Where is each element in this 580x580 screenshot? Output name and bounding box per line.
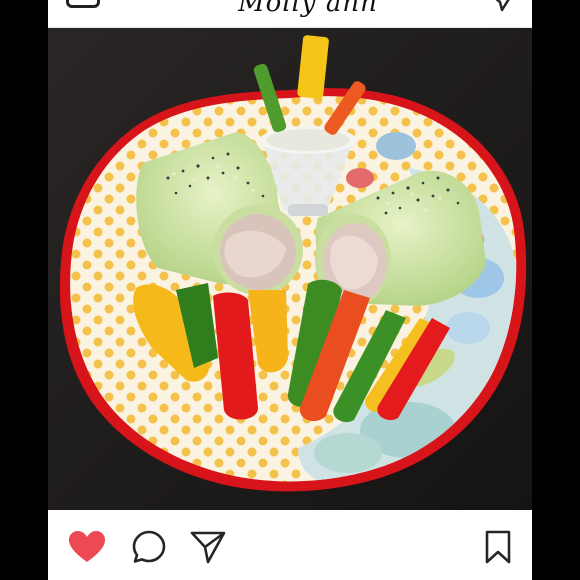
top-bar: Molly ann [48,0,532,28]
direct-message-icon[interactable] [488,0,514,17]
camera-icon[interactable] [66,0,100,8]
post-action-bar [48,510,532,580]
share-icon[interactable] [190,530,226,564]
bookmark-icon[interactable] [484,530,512,564]
post-photo[interactable] [48,28,532,510]
heart-icon[interactable] [68,530,106,564]
header-handwritten-title: Molly ann [238,0,378,18]
instagram-post-screen: Molly ann [48,0,532,580]
comment-icon[interactable] [132,530,166,564]
